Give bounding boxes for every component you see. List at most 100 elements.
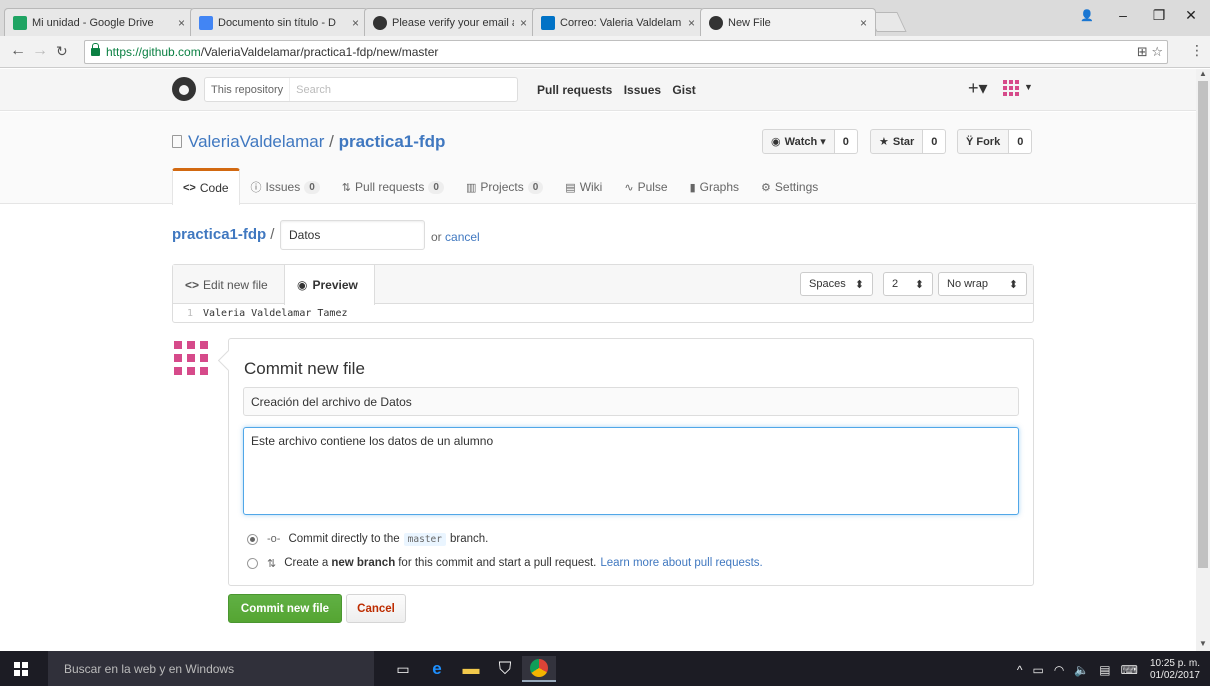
create-new-dropdown[interactable]: +▾ (968, 78, 988, 99)
commit-direct-option[interactable]: -o- Commit directly to the master branch… (247, 531, 488, 547)
translate-star-icons[interactable]: ⊞ ☆ (1137, 44, 1163, 60)
commit-summary-input[interactable] (243, 387, 1019, 416)
nav-issues[interactable]: Issues (624, 83, 661, 97)
radio-unselected[interactable] (247, 557, 258, 569)
taskbar-search[interactable]: Buscar en la web y en Windows (48, 651, 374, 686)
wrap-mode-select[interactable]: No wrap ⬍ (938, 272, 1027, 296)
window-close-icon[interactable]: ✕ (1172, 0, 1210, 30)
close-icon[interactable]: × (520, 16, 527, 30)
browser-tab-google-docs[interactable]: Documento sin título - D × (190, 8, 368, 36)
tab-projects[interactable]: ▥ Projects 0 (455, 168, 554, 205)
tab-label: Settings (774, 180, 819, 194)
scroll-down-icon[interactable]: ▼ (1199, 639, 1207, 648)
chrome-icon[interactable] (522, 656, 556, 682)
tab-preview[interactable]: ◉ Preview (284, 265, 375, 305)
browser-tab-outlook[interactable]: Correo: Valeria Valdelam × (532, 8, 704, 36)
cancel-link[interactable]: cancel (445, 230, 480, 244)
chrome-menu-icon[interactable]: ⋮ (1190, 42, 1204, 59)
windows-start-icon[interactable] (14, 662, 28, 676)
chevron-up-icon[interactable]: ^ (1017, 663, 1023, 677)
breadcrumb-repo-link[interactable]: practica1-fdp (172, 226, 266, 243)
browser-tab-google-drive[interactable]: Mi unidad - Google Drive × (4, 8, 194, 36)
tab-issues[interactable]: ⓘ Issues 0 (240, 168, 331, 205)
star-count[interactable]: 0 (923, 129, 947, 154)
scroll-up-icon[interactable]: ▲ (1199, 69, 1207, 78)
keyboard-icon[interactable]: ⌨ (1121, 663, 1138, 677)
system-tray: ^ ▭ ◠ 🔈 ▤ ⌨ 10:25 p. m. 01/02/2017 (1007, 658, 1200, 682)
windows-taskbar: Buscar en la web y en Windows ▭ e ▬ ⛉ ^ … (0, 651, 1210, 686)
repo-icon (172, 135, 182, 148)
repo-separator: / (329, 132, 334, 151)
address-bar[interactable]: https://github.com/ValeriaValdelamar/pra… (84, 40, 1168, 64)
tab-graphs[interactable]: ▮ Graphs (679, 168, 750, 205)
commit-new-file-button[interactable]: Commit new file (228, 594, 342, 623)
chrome-logo-icon (530, 659, 548, 677)
pull-requests-counter: 0 (428, 180, 444, 194)
user-profile-icon[interactable]: 👤 (1068, 0, 1106, 30)
minimize-icon[interactable]: – (1104, 0, 1142, 30)
cancel-button[interactable]: Cancel (346, 594, 406, 623)
close-icon[interactable]: × (688, 16, 695, 30)
tab-edit-new-file[interactable]: <> Edit new file (173, 265, 280, 304)
notification-icon[interactable]: ▤ (1099, 663, 1110, 677)
close-icon[interactable]: × (860, 16, 867, 30)
tab-code[interactable]: <> Code (172, 168, 240, 205)
fork-button[interactable]: Ÿ Fork (957, 129, 1010, 154)
forward-arrow-icon[interactable]: → (32, 42, 48, 60)
fork-count[interactable]: 0 (1009, 129, 1033, 154)
learn-more-link[interactable]: Learn more about pull requests. (600, 557, 762, 569)
pulse-icon: ∿ (624, 181, 634, 194)
close-icon[interactable]: × (352, 16, 359, 30)
task-view-icon[interactable]: ▭ (386, 656, 420, 682)
star-button[interactable]: ★ Star (870, 129, 924, 154)
indent-mode-select[interactable]: Spaces ⬍ (800, 272, 873, 296)
fork-label: Fork (976, 135, 1001, 148)
page-scrollbar[interactable]: ▲ ▼ (1196, 69, 1210, 651)
fork-action: Ÿ Fork 0 (957, 129, 1033, 154)
store-icon[interactable]: ⛉ (488, 656, 522, 682)
header-nav: Pull requests Issues Gist (537, 83, 704, 97)
tab-label: Projects (480, 180, 524, 194)
graph-icon: ▮ (689, 181, 696, 194)
wifi-icon[interactable]: ◠ (1054, 663, 1064, 677)
tab-settings[interactable]: ⚙ Settings (750, 168, 829, 205)
edge-browser-icon[interactable]: e (420, 656, 454, 682)
commit-description-textarea[interactable]: Este archivo contiene los datos de un al… (243, 427, 1019, 515)
watch-button[interactable]: ◉ Watch ▾ (762, 129, 835, 154)
radio-selected[interactable] (247, 533, 258, 545)
filename-input[interactable] (280, 220, 425, 250)
search-input[interactable]: This repository Search (204, 77, 518, 102)
option-text: for this commit and start a pull request… (398, 557, 597, 569)
select-arrows-icon: ⬍ (914, 278, 924, 291)
avatar[interactable] (1003, 80, 1019, 96)
battery-icon[interactable]: ▭ (1032, 663, 1043, 677)
repo-owner-link[interactable]: ValeriaValdelamar (188, 132, 324, 151)
star-label: Star (892, 135, 915, 148)
fork-icon: Ÿ (966, 135, 974, 148)
browser-tab-github-verify[interactable]: Please verify your email a × (364, 8, 536, 36)
browser-tab-new-file[interactable]: New File × (700, 8, 876, 36)
reload-icon[interactable]: ↻ (56, 43, 68, 60)
scroll-thumb[interactable] (1198, 81, 1208, 568)
back-arrow-icon[interactable]: ← (10, 42, 26, 60)
tab-pull-requests[interactable]: ⇅ Pull requests 0 (331, 168, 455, 205)
github-logo-icon[interactable] (172, 77, 196, 101)
watch-count[interactable]: 0 (834, 129, 858, 154)
chevron-down-icon[interactable]: ▼ (1024, 82, 1033, 92)
volume-icon[interactable]: 🔈 (1074, 663, 1089, 677)
tab-wiki[interactable]: ▤ Wiki (554, 168, 613, 205)
file-explorer-icon[interactable]: ▬ (454, 656, 488, 682)
line-content: Valeria Valdelamar Tamez (203, 307, 348, 319)
nav-gist[interactable]: Gist (672, 83, 695, 97)
repo-title: ValeriaValdelamar / practica1-fdp (172, 132, 445, 152)
repo-name-link[interactable]: practica1-fdp (339, 132, 446, 151)
taskbar-search-text: Buscar en la web y en Windows (64, 661, 235, 676)
star-icon: ★ (879, 136, 889, 148)
indent-size-select[interactable]: 2 ⬍ (883, 272, 933, 296)
issues-counter: 0 (304, 180, 320, 194)
nav-pull-requests[interactable]: Pull requests (537, 83, 612, 97)
tab-pulse[interactable]: ∿ Pulse (613, 168, 678, 205)
clock[interactable]: 10:25 p. m. 01/02/2017 (1150, 658, 1200, 682)
close-icon[interactable]: × (178, 16, 185, 30)
commit-new-branch-option[interactable]: ⇅ Create a new branch for this commit an… (247, 555, 763, 571)
